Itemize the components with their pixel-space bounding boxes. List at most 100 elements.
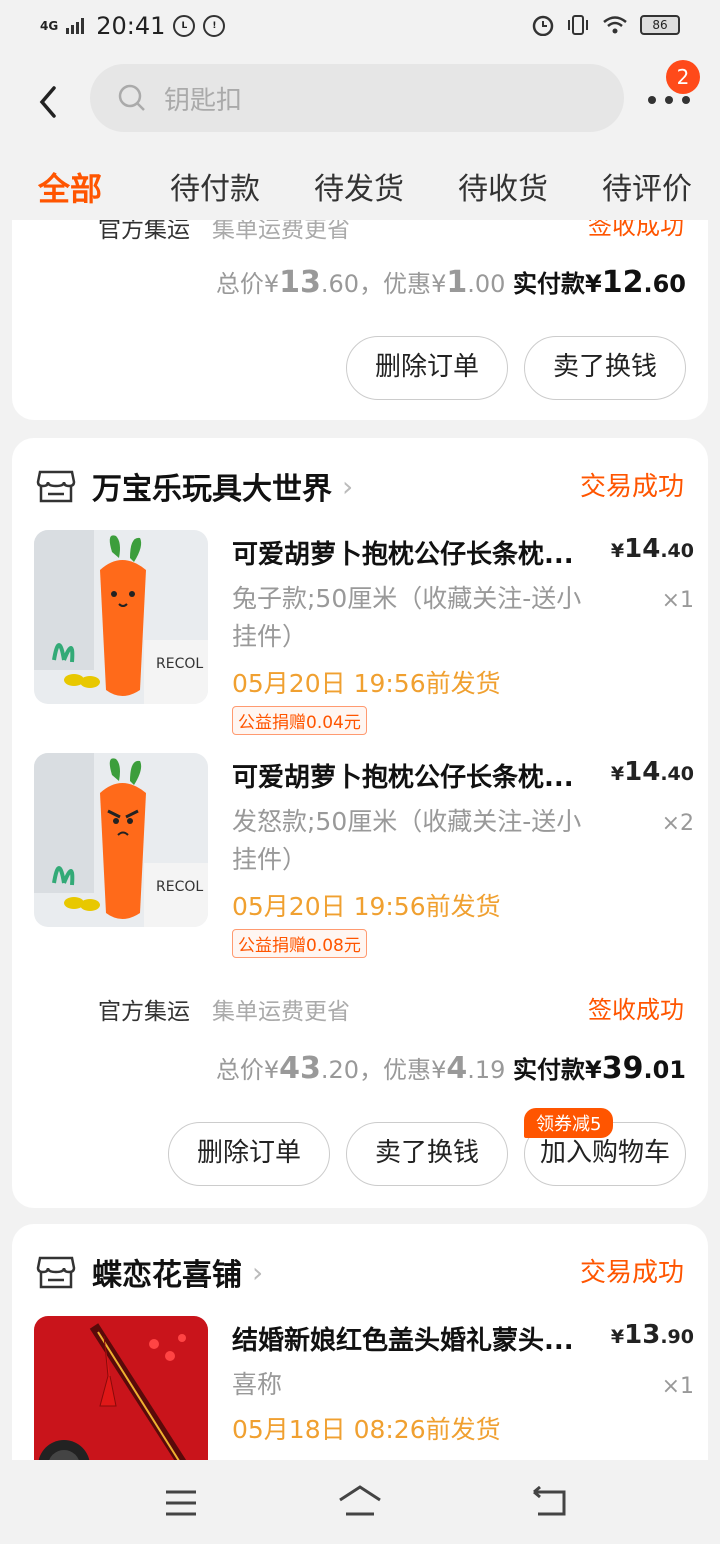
product-title: 结婚新娘红色盖头婚礼蒙头... <box>232 1326 574 1356</box>
product-spec: 喜称 <box>232 1370 283 1399</box>
currency-symbol: ¥ <box>610 540 625 562</box>
discount-dec: .00 <box>467 270 506 298</box>
notification-badge: 2 <box>666 60 700 94</box>
shipping-note: 集单运费更省 <box>212 217 350 243</box>
total-label: 总价 <box>215 1056 264 1084</box>
product-price: ¥14.40 <box>611 757 694 787</box>
svg-text:RECOL: RECOL <box>156 879 203 895</box>
alarm-icon <box>532 15 554 36</box>
paid-amount: 实付款¥12.60 <box>513 265 686 300</box>
resell-button[interactable]: 卖了换钱 <box>524 336 686 400</box>
signal-icon <box>66 18 85 34</box>
store-icon <box>36 1256 76 1289</box>
product-price: ¥14.40 <box>611 534 694 564</box>
chevron-right-icon: › <box>342 469 354 503</box>
back-arrow-icon[interactable] <box>36 82 60 122</box>
total-dec: .60 <box>320 270 360 298</box>
currency-symbol: ¥ <box>263 270 280 298</box>
resell-button[interactable]: 卖了换钱 <box>346 1122 508 1186</box>
ship-deadline: 05月18日 08:26前发货 <box>232 1415 501 1444</box>
line-icon: L <box>173 15 196 37</box>
discount-dec: .19 <box>467 1056 506 1084</box>
currency-symbol: ¥ <box>431 270 447 298</box>
currency-symbol: ¥ <box>610 763 625 785</box>
delete-order-button[interactable]: 删除订单 <box>346 336 508 400</box>
network-label: 4G <box>40 19 59 33</box>
order-card: 蝶恋花喜铺 › 交易成功 结婚新娘红色盖头婚礼蒙头... 喜称 05月18日 0… <box>12 1224 708 1460</box>
tab-pending-shipment[interactable]: 待发货 <box>314 164 404 208</box>
currency-symbol: ¥ <box>263 1056 280 1084</box>
order-card: 万宝乐玩具大世界 › 交易成功 RECOL 可爱胡萝卜抱枕公仔长条枕... 兔子… <box>12 438 708 1208</box>
total-label: 总价 <box>215 270 264 298</box>
paid-int: 12 <box>601 265 644 300</box>
product-title: 可爱胡萝卜抱枕公仔长条枕... <box>232 763 574 793</box>
wifi-icon <box>603 16 627 34</box>
discount-label: ，优惠 <box>359 270 432 298</box>
shop-header[interactable]: 蝶恋花喜铺 › <box>36 1250 263 1294</box>
shipping-method: 官方集运 <box>98 217 190 243</box>
paid-dec: .60 <box>643 270 686 298</box>
shipping-note: 集单运费更省 <box>212 999 350 1025</box>
shop-header[interactable]: 万宝乐玩具大世界 › <box>36 464 353 508</box>
price-dec: .40 <box>660 540 694 562</box>
delivery-status: 签收成功 <box>588 996 684 1024</box>
product-thumbnail[interactable] <box>34 1316 208 1460</box>
total-int: 43 <box>279 1051 321 1086</box>
coupon-tag: 领券减5 <box>524 1108 614 1138</box>
total-int: 13 <box>279 265 321 300</box>
app-notification-icon: ! <box>203 15 226 37</box>
product-thumbnail[interactable]: RECOL <box>34 530 208 704</box>
search-header: 钥匙扣 2 <box>0 56 720 152</box>
product-spec: 兔子款;50厘米（收藏关注-送小挂件） <box>232 584 582 651</box>
shop-name: 蝶恋花喜铺 <box>92 1258 242 1293</box>
discount-label: ，优惠 <box>359 1056 432 1084</box>
menu-icon[interactable] <box>164 1488 198 1518</box>
vibrate-icon <box>568 15 588 35</box>
product-price: ¥13.90 <box>611 1320 694 1350</box>
battery-icon: 86 <box>640 15 680 35</box>
tab-pending-payment[interactable]: 待付款 <box>170 164 260 208</box>
paid-dec: .01 <box>643 1056 686 1084</box>
product-quantity: ×1 <box>661 1374 694 1399</box>
paid-int: 39 <box>601 1051 644 1086</box>
product-spec: 发怒款;50厘米（收藏关注-送小挂件） <box>232 807 582 874</box>
store-icon <box>36 470 76 503</box>
home-icon[interactable] <box>336 1484 384 1518</box>
order-status: 交易成功 <box>579 472 684 502</box>
order-item[interactable]: RECOL 可爱胡萝卜抱枕公仔长条枕... 兔子款;50厘米（收藏关注-送小挂件… <box>34 530 694 735</box>
product-title: 可爱胡萝卜抱枕公仔长条枕... <box>232 540 574 570</box>
ship-deadline: 05月20日 19:56前发货 <box>232 892 501 921</box>
ship-deadline: 05月20日 19:56前发货 <box>232 669 501 698</box>
order-card: 官方集运 集单运费更省 签收成功 总价¥13.60，优惠¥1.00 实付款¥12.… <box>12 190 708 420</box>
shop-name: 万宝乐玩具大世界 <box>92 472 332 507</box>
order-total: 总价¥43.20，优惠¥4.19 实付款¥39.01 <box>216 1050 686 1086</box>
charity-badge: 公益捐赠0.04元 <box>232 706 367 735</box>
charity-badge: 公益捐赠0.08元 <box>232 929 367 958</box>
more-menu-icon[interactable] <box>648 96 690 104</box>
status-bar: 4G 20:41 L ! 86 <box>0 0 720 56</box>
svg-text:RECOL: RECOL <box>156 656 203 672</box>
currency-symbol: ¥ <box>585 1056 602 1084</box>
shipping-method: 官方集运 <box>98 999 190 1025</box>
search-icon <box>118 84 145 111</box>
order-item[interactable]: RECOL 可爱胡萝卜抱枕公仔长条枕... 发怒款;50厘米（收藏关注-送小挂件… <box>34 753 694 958</box>
delete-order-button[interactable]: 删除订单 <box>168 1122 330 1186</box>
clock: 20:41 <box>96 12 166 40</box>
search-input[interactable]: 钥匙扣 <box>90 64 624 132</box>
tab-pending-receipt[interactable]: 待收货 <box>458 164 548 208</box>
price-int: 14 <box>624 534 661 564</box>
discount-int: 4 <box>446 1051 468 1086</box>
order-tabs: 全部 待付款 待发货 待收货 待评价 <box>0 152 720 220</box>
order-item[interactable]: 结婚新娘红色盖头婚礼蒙头... 喜称 05月18日 08:26前发货 ¥13.9… <box>34 1316 694 1460</box>
product-thumbnail[interactable]: RECOL <box>34 753 208 927</box>
tab-all[interactable]: 全部 <box>38 164 102 210</box>
product-quantity: ×1 <box>661 588 694 613</box>
discount-int: 1 <box>446 265 468 300</box>
search-placeholder: 钥匙扣 <box>164 85 243 116</box>
price-int: 13 <box>624 1320 661 1350</box>
back-nav-icon[interactable] <box>530 1486 570 1518</box>
order-status: 交易成功 <box>579 1258 684 1288</box>
currency-symbol: ¥ <box>585 270 602 298</box>
tab-pending-review[interactable]: 待评价 <box>602 164 692 208</box>
total-dec: .20 <box>320 1056 360 1084</box>
